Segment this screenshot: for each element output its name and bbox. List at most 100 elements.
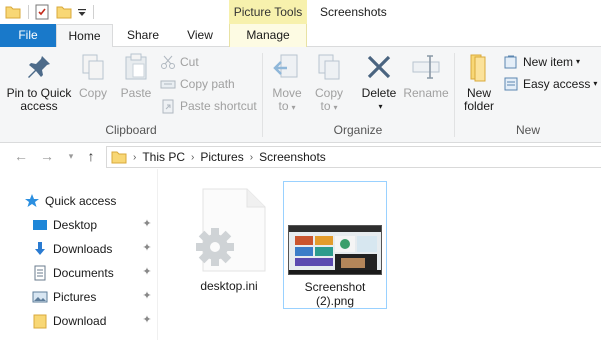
paste-button[interactable]: Paste — [118, 51, 154, 100]
address-row: ← → ▾ ↑ › This PC › Pictures › Screensho… — [0, 143, 601, 169]
chevron-down-icon: ▾ — [291, 103, 296, 112]
new-item-label: New item — [523, 55, 574, 69]
move-to-icon — [271, 51, 303, 83]
breadcrumb-chevron-icon[interactable]: › — [250, 152, 253, 163]
tab-home[interactable]: Home — [56, 24, 113, 48]
star-icon — [24, 193, 40, 209]
nav-item-label: Downloads — [53, 242, 113, 256]
new-folder-button[interactable]: New folder — [461, 51, 497, 113]
folder-icon — [111, 149, 127, 165]
back-arrow-icon[interactable]: ← — [12, 147, 30, 165]
copy-button[interactable]: Copy — [76, 51, 110, 100]
copy-path-button[interactable]: Copy path — [160, 74, 235, 94]
folder-icon — [4, 3, 22, 21]
documents-icon — [32, 265, 48, 281]
rename-icon — [410, 51, 442, 83]
new-item-button[interactable]: New item ▾ — [503, 52, 580, 72]
file-name-line2: (2).png — [315, 294, 355, 308]
tab-share[interactable]: Share — [115, 24, 171, 47]
move-to-label-text: to — [278, 99, 289, 113]
pin-icon[interactable]: ✦ — [141, 266, 153, 278]
recent-locations-chevron-icon[interactable]: ▾ — [62, 147, 80, 165]
organize-group: Move to ▾ Copy to ▾ Delete ▾ Rename Organi… — [263, 47, 453, 143]
easy-access-label: Easy access — [523, 77, 591, 91]
file-item-screenshot-2-png[interactable]: Screenshot (2).png — [283, 181, 387, 309]
paste-icon — [120, 51, 152, 83]
paste-shortcut-button[interactable]: Paste shortcut — [160, 96, 257, 116]
copy-to-label-text: to — [320, 99, 331, 113]
qat-divider — [93, 5, 94, 19]
download-arrow-icon — [32, 241, 48, 257]
address-bar[interactable]: › This PC › Pictures › Screenshots — [106, 146, 601, 168]
organize-group-label: Organize — [333, 123, 383, 137]
breadcrumb-pictures[interactable]: Pictures — [200, 150, 243, 164]
copy-to-label-line2: to ▾ — [311, 100, 347, 114]
pin-icon[interactable]: ✦ — [141, 314, 153, 326]
rename-button[interactable]: Rename — [403, 51, 449, 100]
image-thumbnail — [288, 225, 382, 275]
quick-access-toolbar — [0, 0, 94, 24]
copy-label: Copy — [78, 86, 107, 100]
delete-button[interactable]: Delete ▾ — [359, 51, 399, 113]
tab-view[interactable]: View — [171, 24, 229, 47]
copy-path-label: Copy path — [180, 77, 235, 91]
nav-item-download-folder[interactable]: Download ✦ — [32, 310, 158, 332]
pin-label-line2: access — [20, 99, 58, 113]
breadcrumb-this-pc[interactable]: This PC — [142, 150, 185, 164]
nav-item-label: Documents — [53, 266, 114, 280]
delete-label: Delete — [361, 86, 397, 100]
chevron-down-icon: ▾ — [593, 79, 598, 88]
cut-button[interactable]: Cut — [160, 52, 199, 72]
easy-access-button[interactable]: Easy access ▾ — [503, 74, 597, 94]
new-folder-icon[interactable] — [55, 3, 73, 21]
desktop-icon — [32, 217, 48, 233]
forward-arrow-icon[interactable]: → — [38, 147, 56, 165]
up-arrow-icon[interactable]: ↑ — [82, 147, 100, 165]
pictures-icon — [32, 289, 48, 305]
picture-tools-context-label: Picture Tools — [229, 0, 307, 24]
properties-icon[interactable] — [33, 3, 51, 21]
chevron-down-icon: ▾ — [576, 57, 581, 66]
customize-qat-icon[interactable] — [77, 3, 87, 21]
copy-icon — [77, 51, 109, 83]
breadcrumb-chevron-icon[interactable]: › — [133, 152, 136, 163]
nav-item-label: Desktop — [53, 218, 98, 232]
pin-icon[interactable]: ✦ — [141, 290, 153, 302]
navigation-pane: Quick access Desktop ✦ Downloads ✦ Docum… — [0, 169, 158, 340]
nav-item-downloads[interactable]: Downloads ✦ — [32, 238, 158, 260]
paste-label: Paste — [120, 86, 152, 100]
tab-manage[interactable]: Manage — [229, 24, 307, 47]
copy-to-button[interactable]: Copy to ▾ — [311, 51, 347, 114]
new-group-label: New — [515, 123, 540, 137]
tab-file[interactable]: File — [0, 24, 56, 47]
pin-icon[interactable]: ✦ — [141, 242, 153, 254]
nav-quick-access[interactable]: Quick access — [24, 190, 158, 212]
scissors-icon — [160, 54, 176, 70]
chevron-down-icon: ▾ — [378, 102, 383, 111]
nav-item-pictures[interactable]: Pictures ✦ — [32, 286, 158, 308]
ribbon-tabs: File Home Share View Manage — [0, 24, 601, 48]
new-group: New folder New item ▾ Easy access ▾ New — [455, 47, 601, 143]
new-folder-label-line2: folder — [463, 99, 495, 113]
nav-quick-access-label: Quick access — [45, 194, 117, 208]
qat-divider — [28, 5, 29, 19]
file-item-desktop-ini[interactable]: desktop.ini — [173, 181, 285, 309]
file-name-line1: Screenshot — [304, 280, 366, 294]
breadcrumb-screenshots[interactable]: Screenshots — [259, 150, 326, 164]
new-item-icon — [503, 54, 519, 70]
breadcrumb-chevron-icon[interactable]: › — [191, 152, 194, 163]
clipboard-group: Pin to Quick access Copy Paste Cut Copy … — [0, 47, 262, 143]
settings-file-icon — [191, 187, 271, 276]
pin-icon[interactable]: ✦ — [141, 218, 153, 230]
nav-item-label: Download — [53, 314, 107, 328]
copy-to-icon — [313, 51, 345, 83]
paste-shortcut-icon — [160, 98, 176, 114]
chevron-down-icon: ▾ — [333, 103, 338, 112]
nav-item-documents[interactable]: Documents ✦ — [32, 262, 158, 284]
move-to-button[interactable]: Move to ▾ — [269, 51, 305, 114]
nav-item-label: Pictures — [53, 290, 97, 304]
nav-item-desktop[interactable]: Desktop ✦ — [32, 214, 158, 236]
copy-path-icon — [160, 76, 176, 92]
pin-to-quick-access-button[interactable]: Pin to Quick access — [4, 51, 74, 113]
folder-icon — [32, 313, 48, 329]
